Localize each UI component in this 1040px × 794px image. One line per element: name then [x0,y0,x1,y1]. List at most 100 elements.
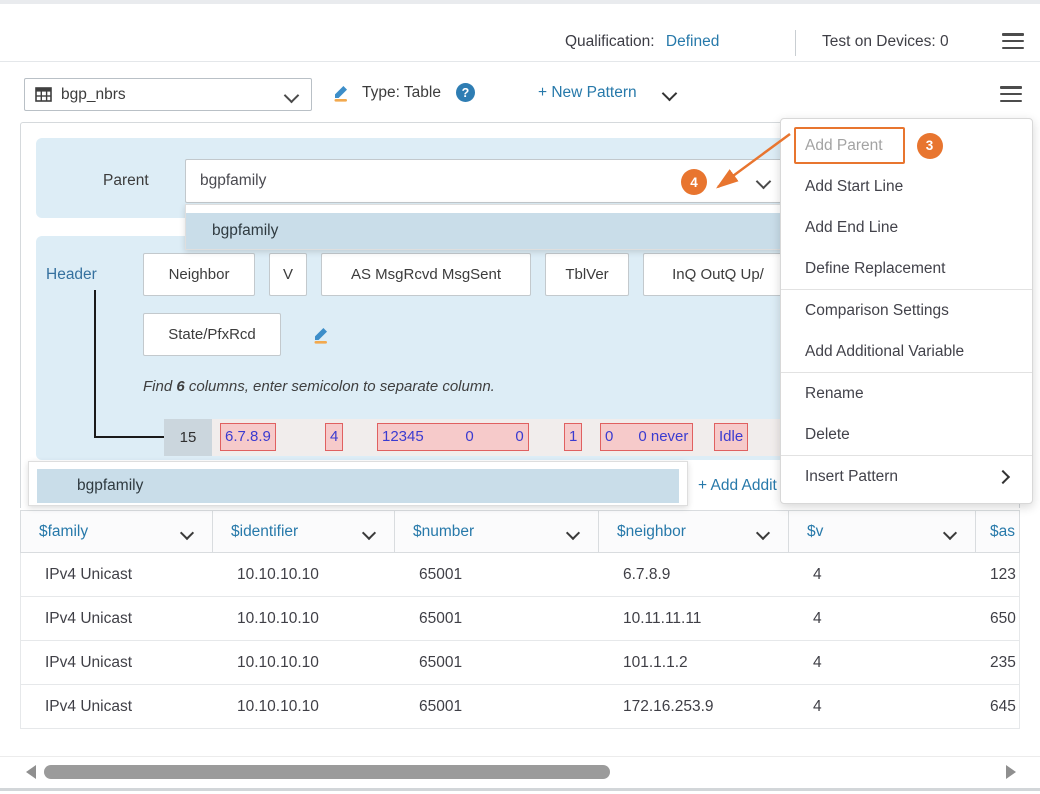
help-icon[interactable]: ? [456,83,475,102]
parser-name-select[interactable]: bgp_nbrs [24,78,312,111]
chevron-down-icon [756,526,770,540]
header-token-as-msgrcvd-msgsent[interactable]: AS MsgRcvd MsgSent [321,253,531,296]
menu-item-label: Comparison Settings [805,302,949,320]
annotation-arrow [702,126,797,201]
menu-item-add-end-line[interactable]: Add End Line [781,207,1032,248]
column-header--family[interactable]: $family [21,511,213,552]
chevron-down-icon [180,526,194,540]
menu-item-label: Add Parent [805,137,883,155]
sample-line-number: 15 [164,419,212,456]
table-cell: IPv4 Unicast [21,685,213,728]
match-value-box[interactable]: Idle [714,423,748,451]
scroll-right-arrow-icon[interactable] [1006,765,1016,779]
parser-name-value: bgp_nbrs [61,86,126,104]
table-cell: 10.10.10.10 [213,641,395,684]
qualification-group: Qualification: Defined [565,33,719,51]
parent-select-value: bgpfamily [200,172,266,190]
header-tokens-row1: Neighbor V AS MsgRcvd MsgSent TblVer InQ Out… [143,253,793,296]
menu-item-add-start-line[interactable]: Add Start Line [781,166,1032,207]
table-cell: 65001 [395,685,599,728]
menu-item-label: Add End Line [805,219,898,237]
chevron-down-icon [943,526,957,540]
column-header--v[interactable]: $v [789,511,976,552]
parser-pattern-editor: Qualification: Defined Test on Devices: … [0,0,1040,794]
table-cell: 6.7.8.9 [599,553,789,596]
table-cell: 123 [976,553,1020,596]
menu-item-label: Add Start Line [805,178,903,196]
match-value-box[interactable]: 1 [564,423,582,451]
edit-header-pencil-icon[interactable] [312,325,330,344]
menu-item-label: Delete [805,426,850,444]
table-cell: 10.10.10.10 [213,597,395,640]
table-cell: IPv4 Unicast [21,553,213,596]
column-header--number[interactable]: $number [395,511,599,552]
menu-item-delete[interactable]: Delete [781,414,1032,455]
table-cell: 10.10.10.10 [213,553,395,596]
table-cell: IPv4 Unicast [21,597,213,640]
table-cell: 172.16.253.9 [599,685,789,728]
menu-item-label: Rename [805,385,864,403]
header-connector-line [94,436,166,438]
match-value-box[interactable]: 4 [325,423,343,451]
menu-item-label: Define Replacement [805,260,945,278]
table-cell: 65001 [395,641,599,684]
header-token-inq-outq-up-[interactable]: InQ OutQ Up/ [643,253,793,296]
add-additional-link[interactable]: + Add Addit [698,477,777,495]
parent-dropdown-option[interactable]: bgpfamily [186,213,785,249]
new-pattern-button[interactable]: + New Pattern [538,84,637,102]
header-token-neighbor[interactable]: Neighbor [143,253,255,296]
menu-item-insert-pattern[interactable]: Insert Pattern [781,456,1032,497]
submenu-chevron-icon [996,469,1010,483]
chevron-down-icon [566,526,580,540]
results-header-row: $family $identifier$number$neighbor $v $as [20,510,1020,553]
table-cell: IPv4 Unicast [21,641,213,684]
context-menu: Add Parent3 Add Start Line Add End Line Def… [780,118,1033,504]
bottom-dropdown-option[interactable]: bgpfamily [37,469,679,503]
table-row: IPv4 Unicast10.10.10.1065001172.16.253.9… [21,685,1019,729]
table-row: IPv4 Unicast10.10.10.106500110.11.11.114… [21,597,1019,641]
header-divider [0,61,1040,62]
chevron-down-icon [284,88,300,104]
column-header--as[interactable]: $as [976,511,1020,552]
match-value-box[interactable]: 6.7.8.9 [220,423,276,451]
pattern-options-hamburger-icon[interactable] [1000,86,1022,102]
scrollbar-thumb[interactable] [44,765,610,779]
table-row: IPv4 Unicast10.10.10.10650016.7.8.94123 [21,553,1019,597]
header-token[interactable]: State/PfxRcd [143,313,281,356]
scroll-left-arrow-icon[interactable] [26,765,36,779]
match-value-box[interactable]: 0 0 never [600,423,693,451]
menu-item-add-parent[interactable]: Add Parent3 [781,125,1032,166]
menu-item-label: Add Additional Variable [805,343,964,361]
edit-parser-pencil-icon[interactable] [332,83,350,102]
menu-item-define-replacement[interactable]: Define Replacement [781,248,1032,289]
menu-item-comparison-settings[interactable]: Comparison Settings [781,290,1032,331]
table-cell: 645 [976,685,1020,728]
results-body: IPv4 Unicast10.10.10.10650016.7.8.94123I… [20,553,1020,729]
menu-item-rename[interactable]: Rename [781,373,1032,414]
table-cell: 65001 [395,597,599,640]
bottom-dropdown-list: bgpfamily [28,461,688,506]
test-on-devices-link[interactable]: Test on Devices: 0 [822,33,949,51]
header-vertical-divider [795,30,796,56]
table-cell: 10.11.11.11 [599,597,789,640]
hamburger-menu-icon[interactable] [1002,33,1024,49]
column-header--neighbor[interactable]: $neighbor [599,511,789,552]
menu-item-add-additional-variable[interactable]: Add Additional Variable [781,331,1032,372]
column-label: $as [990,523,1015,541]
chevron-down-icon [362,526,376,540]
parent-dropdown-list: bgpfamily [185,204,786,250]
header-token-tblver[interactable]: TblVer [545,253,629,296]
header-tokens-row2: State/PfxRcd [143,313,330,356]
menu-item-label: Insert Pattern [805,468,898,486]
qualification-value-link[interactable]: Defined [666,33,719,50]
match-value-box[interactable]: 12345 0 0 [377,423,529,451]
header-token-v[interactable]: V [269,253,307,296]
qualification-label: Qualification: [565,33,655,50]
columns-hint-text: Find 6 columns, enter semicolon to separ… [143,378,495,395]
column-label: $family [39,523,88,541]
table-row: IPv4 Unicast10.10.10.1065001101.1.1.2423… [21,641,1019,685]
column-label: $v [807,523,823,541]
step-badge-4: 4 [681,169,707,195]
column-header--identifier[interactable]: $identifier [213,511,395,552]
table-cell: 4 [789,641,976,684]
